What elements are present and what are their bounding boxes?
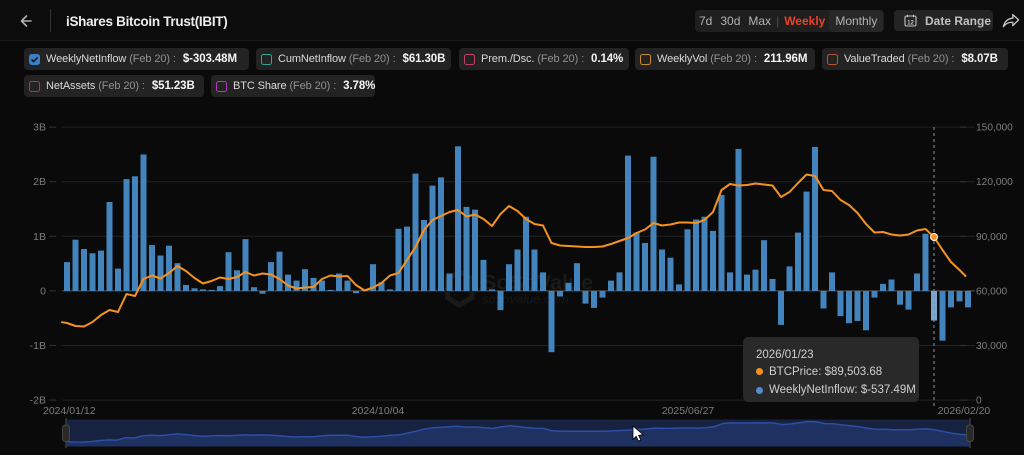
svg-text:2026/02/20: 2026/02/20 xyxy=(938,405,991,417)
svg-text:-1B: -1B xyxy=(30,340,46,352)
svg-text:30,000: 30,000 xyxy=(976,341,1007,352)
svg-text:90,000: 90,000 xyxy=(976,232,1007,243)
svg-text:12: 12 xyxy=(907,20,914,26)
svg-text:150,000: 150,000 xyxy=(976,123,1013,134)
svg-text:2025/06/27: 2025/06/27 xyxy=(662,405,715,417)
svg-text:3B: 3B xyxy=(33,122,46,134)
svg-text:2024/10/04: 2024/10/04 xyxy=(352,405,405,417)
svg-text:120,000: 120,000 xyxy=(976,177,1013,188)
svg-text:60,000: 60,000 xyxy=(976,286,1007,297)
svg-text:sosovalue.com: sosovalue.com xyxy=(482,292,569,307)
svg-text:1B: 1B xyxy=(33,231,46,243)
svg-text:2024/01/12: 2024/01/12 xyxy=(43,405,96,417)
svg-text:0: 0 xyxy=(40,285,46,297)
svg-text:2B: 2B xyxy=(33,176,46,188)
